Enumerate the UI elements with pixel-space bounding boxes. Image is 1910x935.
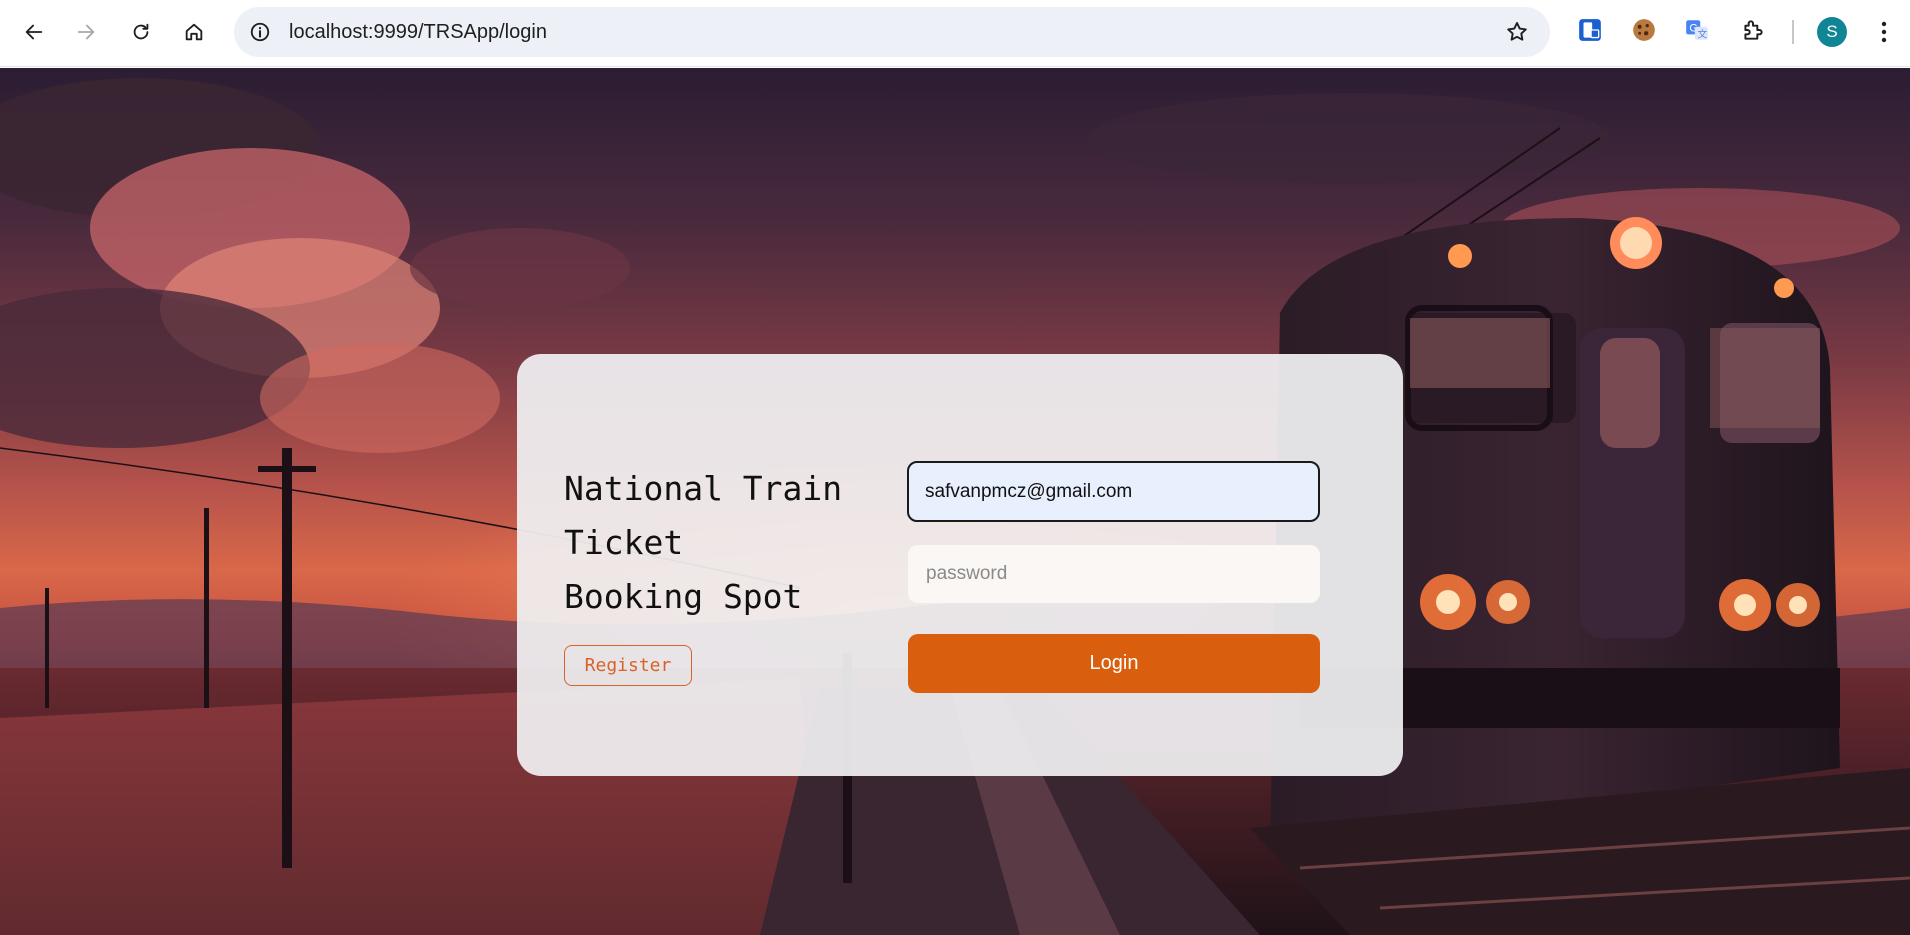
email-input[interactable] [907,461,1320,522]
login-button[interactable]: Login [908,634,1320,693]
extensions-puzzle-icon[interactable] [1737,14,1769,46]
password-manager-extension-icon[interactable] [1574,14,1606,46]
svg-text:文: 文 [1698,28,1708,41]
translate-extension-icon[interactable]: G 文 [1681,14,1713,46]
reload-button[interactable] [121,12,161,52]
page-viewport: National Train Ticket Booking Spot Regis… [0,68,1910,935]
back-button[interactable] [14,12,54,52]
register-button[interactable]: Register [564,645,692,686]
brand-title-line-2: Ticket [564,523,684,562]
arrow-left-icon [25,24,43,40]
bookmark-star-icon[interactable] [1504,19,1530,45]
profile-avatar[interactable]: S [1817,17,1847,47]
cookie-extension-icon[interactable] [1628,14,1660,46]
address-bar[interactable]: localhost:9999/TRSApp/login [234,7,1550,57]
password-input[interactable] [908,545,1320,603]
site-info-icon[interactable] [248,20,272,44]
url-text[interactable]: localhost:9999/TRSApp/login [289,7,547,57]
home-icon [185,23,203,41]
brand-title-line-3: Booking Spot [564,577,803,616]
reload-icon [133,23,149,40]
brand-title-line-1: National Train [564,469,843,508]
kebab-menu-icon[interactable] [1875,17,1893,47]
home-button[interactable] [174,12,214,52]
login-card: National Train Ticket Booking Spot Regis… [517,354,1403,776]
forward-button[interactable] [66,12,106,52]
toolbar-divider [1792,20,1794,44]
arrow-right-icon [77,24,95,40]
browser-toolbar: localhost:9999/TRSApp/login G 文 S [0,0,1910,67]
